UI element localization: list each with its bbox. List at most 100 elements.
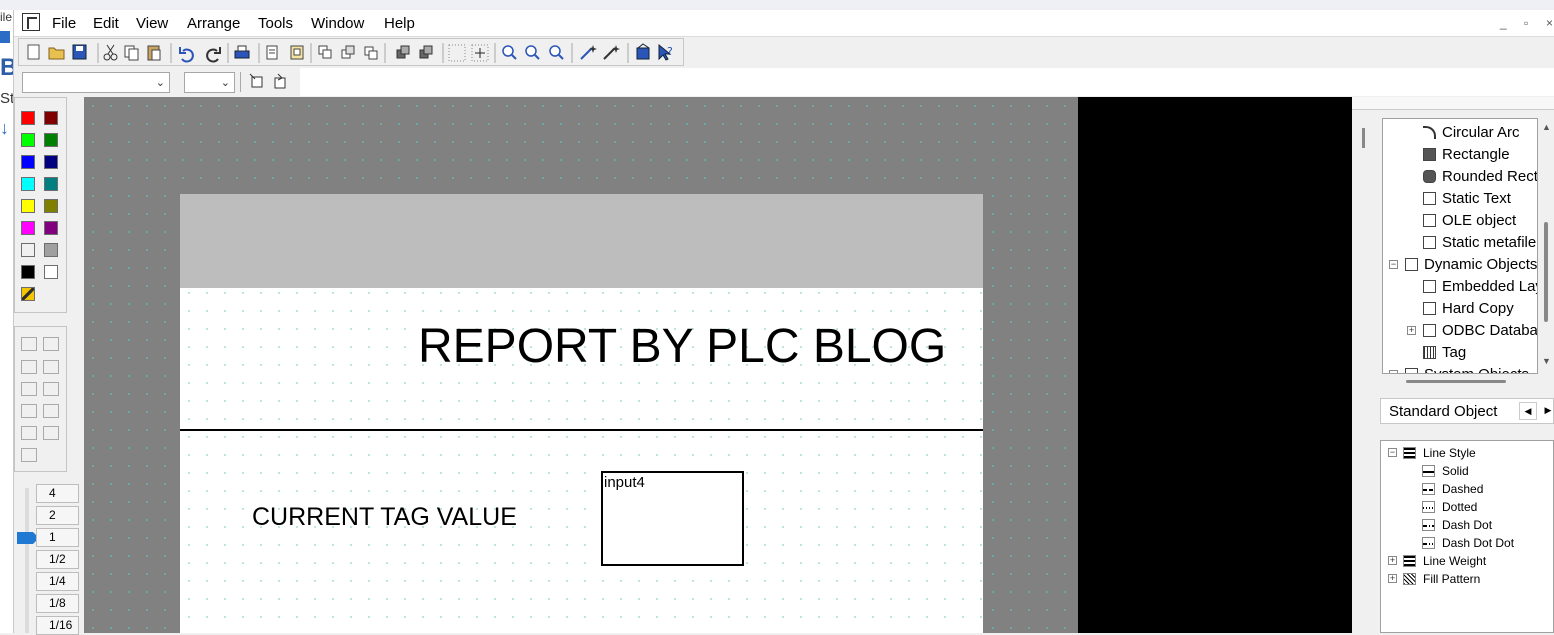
preview-icon[interactable] xyxy=(290,45,304,60)
object-tree-hscrollbar[interactable] xyxy=(1382,374,1538,386)
color-swatch[interactable] xyxy=(44,133,58,147)
menu-file[interactable]: File xyxy=(52,15,76,32)
style-tree-item[interactable]: Dash Dot xyxy=(1442,518,1492,532)
redo-icon[interactable] xyxy=(206,47,221,63)
color-swatch[interactable] xyxy=(21,155,35,169)
object-tree-item[interactable]: Rectangle xyxy=(1442,146,1510,163)
object-tree-item[interactable]: OLE object xyxy=(1442,212,1516,229)
align-top-icon[interactable] xyxy=(21,360,37,374)
rotate-icon[interactable] xyxy=(274,73,286,89)
page-setup-icon[interactable] xyxy=(266,45,278,60)
object-tree-item[interactable]: Circular Arc xyxy=(1442,124,1520,141)
align-center-h-icon[interactable] xyxy=(21,382,37,396)
size-combo[interactable]: ⌄ xyxy=(184,72,235,93)
help-pointer-icon[interactable]: ? xyxy=(658,43,673,61)
color-swatch[interactable] xyxy=(44,199,58,213)
same-height-icon[interactable] xyxy=(43,426,59,440)
report-title[interactable]: REPORT BY PLC BLOG xyxy=(418,319,946,374)
color-swatch[interactable] xyxy=(21,177,35,191)
scrollbar-thumb[interactable] xyxy=(1544,222,1548,322)
cut-icon[interactable] xyxy=(103,44,118,61)
zoom-in-icon[interactable] xyxy=(502,45,517,60)
object-tree-item[interactable]: ODBC Databa xyxy=(1442,322,1537,339)
collapse-toggle-icon[interactable]: − xyxy=(1388,448,1397,457)
scroll-up-icon[interactable]: ▲ xyxy=(1542,122,1551,132)
style-tree-item[interactable]: Dash Dot Dot xyxy=(1442,536,1514,550)
color-swatch[interactable] xyxy=(44,265,58,279)
properties-icon[interactable] xyxy=(636,43,650,60)
hscrollbar-thumb[interactable] xyxy=(1406,380,1506,383)
menu-help[interactable]: Help xyxy=(384,15,415,32)
style-tree-item[interactable]: Line Style xyxy=(1423,446,1476,460)
resize-icon[interactable] xyxy=(249,73,263,88)
bring-front-icon[interactable] xyxy=(318,45,332,59)
expand-toggle-icon[interactable]: + xyxy=(1388,556,1397,565)
group-icon[interactable] xyxy=(396,45,410,59)
align-right-icon[interactable] xyxy=(43,337,59,351)
wand-alt-icon[interactable] xyxy=(603,45,620,60)
undo-icon[interactable] xyxy=(179,47,194,63)
color-swatch[interactable] xyxy=(44,177,58,191)
save-icon[interactable] xyxy=(72,44,87,60)
style-tree-item[interactable]: Dashed xyxy=(1442,482,1483,496)
tag-value-field[interactable]: input4 xyxy=(601,471,744,566)
align-center-v-icon[interactable] xyxy=(43,382,59,396)
report-page[interactable]: REPORT BY PLC BLOG CURRENT TAG VALUE inp… xyxy=(180,194,983,633)
style-tree-item[interactable]: Fill Pattern xyxy=(1423,572,1480,586)
expand-toggle-icon[interactable]: + xyxy=(1388,574,1397,583)
color-swatch[interactable] xyxy=(44,221,58,235)
expand-toggle-icon[interactable]: + xyxy=(1407,326,1416,335)
minimize-icon[interactable]: _ xyxy=(1500,16,1507,30)
copy-icon[interactable] xyxy=(124,45,139,61)
wand-icon[interactable] xyxy=(580,45,597,60)
object-tree-scrollbar[interactable]: ▲ ▼ xyxy=(1538,118,1554,374)
zoom-level-1[interactable]: 1 xyxy=(36,528,79,547)
paste-icon[interactable] xyxy=(147,45,161,61)
ungroup-icon[interactable] xyxy=(419,45,433,59)
color-swatch[interactable] xyxy=(21,133,35,147)
menu-arrange[interactable]: Arrange xyxy=(187,15,240,32)
style-tree-item[interactable]: Dotted xyxy=(1442,500,1477,514)
zoom-level-1-16[interactable]: 1/16 xyxy=(36,616,79,635)
tab-standard-object[interactable]: Standard Object xyxy=(1389,403,1497,420)
custom-color-icon[interactable] xyxy=(21,287,35,301)
grid-icon[interactable] xyxy=(448,44,466,62)
print-icon[interactable] xyxy=(234,45,250,59)
object-tree-item[interactable]: Static metafile xyxy=(1442,234,1536,251)
space-horizontal-icon[interactable] xyxy=(21,404,37,418)
object-tree-item[interactable]: Hard Copy xyxy=(1442,300,1514,317)
menu-view[interactable]: View xyxy=(136,15,168,32)
zoom-fit-icon[interactable] xyxy=(549,45,564,60)
new-icon[interactable] xyxy=(27,44,40,60)
collapse-toggle-icon[interactable]: − xyxy=(1389,260,1398,269)
color-swatch[interactable] xyxy=(21,265,35,279)
duplicate-icon[interactable] xyxy=(364,46,378,60)
tab-scroll-left-icon[interactable]: ◀ xyxy=(1519,402,1537,420)
same-width-icon[interactable] xyxy=(21,426,37,440)
style-tree-item[interactable]: Solid xyxy=(1442,464,1469,478)
object-tree-item[interactable]: Rounded Rect xyxy=(1442,168,1537,185)
menu-tools[interactable]: Tools xyxy=(258,15,293,32)
panel-grip[interactable] xyxy=(1362,128,1365,148)
zoom-level-4[interactable]: 4 xyxy=(36,484,79,503)
object-tree-item[interactable]: Static Text xyxy=(1442,190,1511,207)
tag-label-text[interactable]: CURRENT TAG VALUE xyxy=(252,503,517,532)
open-icon[interactable] xyxy=(48,47,65,60)
object-tree-item[interactable]: Tag xyxy=(1442,344,1466,361)
color-swatch[interactable] xyxy=(21,111,35,125)
align-left-icon[interactable] xyxy=(21,337,37,351)
header-divider-line[interactable] xyxy=(180,429,983,431)
object-tree-item[interactable]: System Objects xyxy=(1424,366,1529,373)
snap-icon[interactable] xyxy=(471,44,489,62)
align-bottom-icon[interactable] xyxy=(43,360,59,374)
font-combo[interactable]: ⌄ xyxy=(22,72,170,93)
object-tree-item[interactable]: Embedded Lay xyxy=(1442,278,1537,295)
zoom-slider-track[interactable] xyxy=(25,488,29,633)
color-swatch[interactable] xyxy=(21,243,35,257)
send-back-icon[interactable] xyxy=(341,45,355,59)
zoom-level-1-4[interactable]: 1/4 xyxy=(36,572,79,591)
zoom-level-2[interactable]: 2 xyxy=(36,506,79,525)
zoom-level-1-2[interactable]: 1/2 xyxy=(36,550,79,569)
zoom-out-icon[interactable] xyxy=(525,45,540,60)
color-swatch[interactable] xyxy=(44,155,58,169)
